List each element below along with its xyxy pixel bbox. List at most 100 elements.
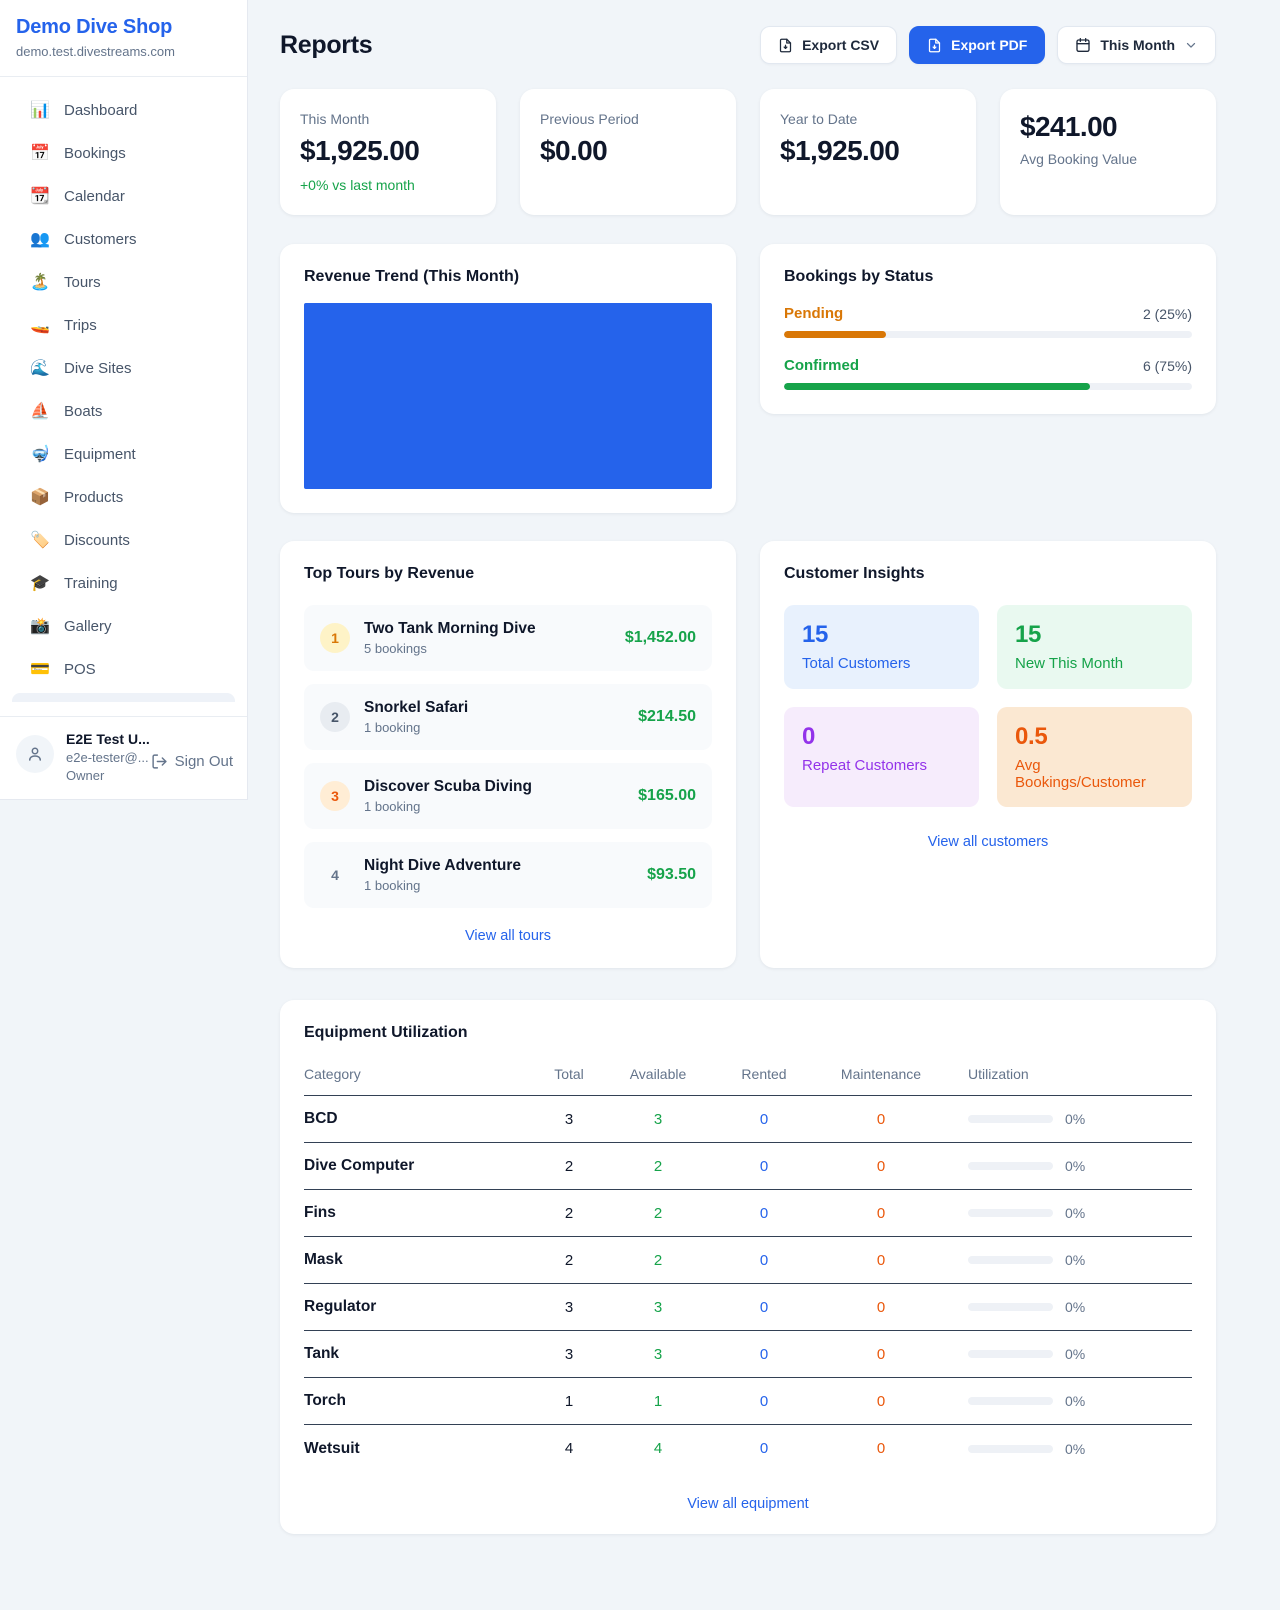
user-name: E2E Test U...	[66, 731, 139, 747]
user-meta: E2E Test U... e2e-tester@... Owner	[66, 731, 139, 783]
category-cell: Dive Computer	[304, 1157, 536, 1175]
total-cell: 3	[536, 1346, 602, 1363]
sidebar-item-label: Dashboard	[64, 102, 137, 119]
category-cell: Torch	[304, 1392, 536, 1410]
tour-list: 1 Two Tank Morning Dive 5 bookings $1,45…	[304, 605, 712, 908]
sidebar-item-label: Products	[64, 489, 123, 506]
export-pdf-button[interactable]: Export PDF	[909, 26, 1045, 64]
tour-amount: $93.50	[647, 866, 696, 884]
sidebar-item-products[interactable]: 📦 Products	[0, 476, 247, 519]
stat-cards: This Month $1,925.00 +0% vs last month P…	[280, 89, 1216, 215]
sidebar-item-label: Training	[64, 575, 118, 592]
stat-value: $1,925.00	[780, 135, 956, 167]
maintenance-cell: 0	[814, 1205, 948, 1222]
utilization-cell: 0%	[948, 1252, 1192, 1268]
sidebar-item-equipment[interactable]: 🤿 Equipment	[0, 433, 247, 476]
sign-out-icon	[151, 753, 168, 770]
tile-label: Repeat Customers	[802, 757, 961, 774]
total-cell: 4	[536, 1440, 602, 1457]
available-cell: 3	[602, 1111, 714, 1128]
table-row: Tank 3 3 0 0 0%	[304, 1331, 1192, 1378]
column-header-total: Total	[536, 1066, 602, 1082]
sign-out-button[interactable]: Sign Out	[151, 753, 233, 770]
tile-label: Avg Bookings/Customer	[1015, 757, 1174, 791]
rented-cell: 0	[714, 1158, 814, 1175]
tour-bookings: 1 booking	[364, 720, 624, 735]
category-cell: Tank	[304, 1345, 536, 1363]
tile-avg-bookings-per-customer: 0.5 Avg Bookings/Customer	[997, 707, 1192, 807]
status-count: 2 (25%)	[1143, 306, 1192, 322]
tour-row: 4 Night Dive Adventure 1 booking $93.50	[304, 842, 712, 908]
utilization-percent: 0%	[1065, 1346, 1085, 1362]
stat-label: This Month	[300, 111, 476, 127]
sidebar-item-label: Trips	[64, 317, 97, 334]
page-title: Reports	[280, 31, 372, 60]
sidebar-item-label: Dive Sites	[64, 360, 132, 377]
stat-label: Year to Date	[780, 111, 956, 127]
utilization-cell: 0%	[948, 1205, 1192, 1221]
sidebar-item-label: Boats	[64, 403, 102, 420]
sidebar-item-training[interactable]: 🎓 Training	[0, 562, 247, 605]
file-download-icon	[778, 38, 793, 53]
table-row: Wetsuit 4 4 0 0 0%	[304, 1425, 1192, 1472]
sidebar: Demo Dive Shop demo.test.divestreams.com…	[0, 0, 248, 800]
view-all-tours-link[interactable]: View all tours	[304, 928, 712, 944]
top-tours-card: Top Tours by Revenue 1 Two Tank Morning …	[280, 541, 736, 968]
sidebar-item-discounts[interactable]: 🏷️ Discounts	[0, 519, 247, 562]
sidebar-nav: 📊 Dashboard 📅 Bookings 📆 Calendar 👥 Cust…	[0, 77, 247, 716]
view-all-equipment-link[interactable]: View all equipment	[304, 1496, 1192, 1512]
utilization-percent: 0%	[1065, 1252, 1085, 1268]
avatar	[16, 735, 54, 773]
sidebar-item-dashboard[interactable]: 📊 Dashboard	[0, 89, 247, 132]
sidebar-item-customers[interactable]: 👥 Customers	[0, 218, 247, 261]
rented-cell: 0	[714, 1111, 814, 1128]
available-cell: 3	[602, 1299, 714, 1316]
trips-boat-icon: 🚤	[30, 318, 50, 334]
sidebar-item-boats[interactable]: ⛵ Boats	[0, 390, 247, 433]
tour-bookings: 1 booking	[364, 878, 633, 893]
tile-value: 0.5	[1015, 723, 1174, 751]
available-cell: 1	[602, 1393, 714, 1410]
status-bar-fill	[784, 383, 1090, 390]
customer-insights-card: Customer Insights 15 Total Customers 15 …	[760, 541, 1216, 968]
shop-name: Demo Dive Shop	[16, 16, 231, 39]
person-icon	[26, 745, 44, 763]
period-dropdown[interactable]: This Month	[1057, 26, 1216, 64]
sidebar-item-label: Customers	[64, 231, 137, 248]
available-cell: 2	[602, 1205, 714, 1222]
tour-amount: $165.00	[638, 787, 696, 805]
utilization-bar	[968, 1397, 1053, 1405]
table-row: BCD 3 3 0 0 0%	[304, 1096, 1192, 1143]
rank-badge: 3	[320, 781, 350, 811]
sidebar-item-bookings[interactable]: 📅 Bookings	[0, 132, 247, 175]
sidebar-item-trips[interactable]: 🚤 Trips	[0, 304, 247, 347]
available-cell: 2	[602, 1252, 714, 1269]
export-csv-label: Export CSV	[802, 37, 879, 53]
export-csv-button[interactable]: Export CSV	[760, 26, 897, 64]
file-download-icon	[927, 38, 942, 53]
sidebar-item-dive-sites[interactable]: 🌊 Dive Sites	[0, 347, 247, 390]
status-row-pending: Pending 2 (25%)	[784, 305, 1192, 338]
tour-amount: $214.50	[638, 708, 696, 726]
insights-row: Top Tours by Revenue 1 Two Tank Morning …	[280, 541, 1216, 968]
maintenance-cell: 0	[814, 1252, 948, 1269]
tour-name: Night Dive Adventure	[364, 857, 633, 875]
sidebar-item-calendar[interactable]: 📆 Calendar	[0, 175, 247, 218]
rank-badge: 4	[320, 860, 350, 890]
tour-name: Two Tank Morning Dive	[364, 620, 611, 638]
utilization-cell: 0%	[948, 1158, 1192, 1174]
sidebar-item-tours[interactable]: 🏝️ Tours	[0, 261, 247, 304]
view-all-customers-link[interactable]: View all customers	[784, 834, 1192, 850]
sidebar-item-gallery[interactable]: 📸 Gallery	[0, 605, 247, 648]
tour-row: 2 Snorkel Safari 1 booking $214.50	[304, 684, 712, 750]
utilization-bar	[968, 1303, 1053, 1311]
tile-total-customers: 15 Total Customers	[784, 605, 979, 689]
sidebar-item-reports-partial[interactable]	[12, 693, 235, 702]
stat-card-this-month: This Month $1,925.00 +0% vs last month	[280, 89, 496, 215]
sidebar-item-label: Bookings	[64, 145, 126, 162]
stat-label: Avg Booking Value	[1020, 151, 1196, 167]
period-label: This Month	[1100, 37, 1175, 53]
charts-row: Revenue Trend (This Month) Bookings by S…	[280, 244, 1216, 513]
sidebar-item-pos[interactable]: 💳 POS	[0, 648, 247, 691]
sidebar-item-label: Calendar	[64, 188, 125, 205]
